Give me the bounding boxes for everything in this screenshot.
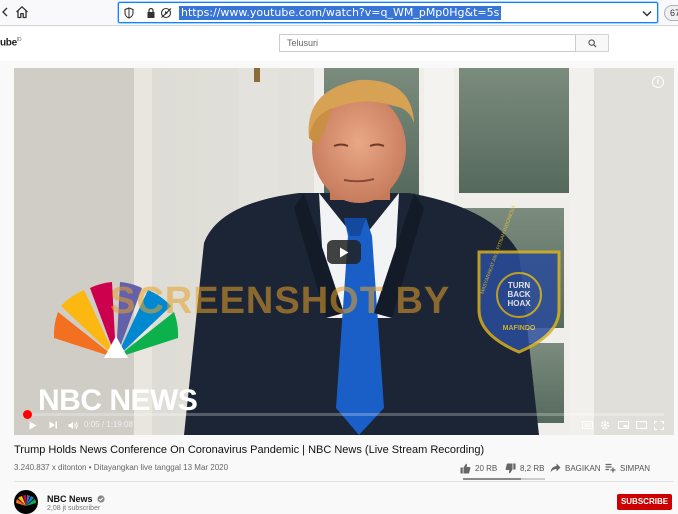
- youtube-logo[interactable]: ubeID: [0, 37, 22, 49]
- captions-icon: [581, 421, 593, 429]
- stream-date: • Ditayangkan live tanggal 13 Mar 2020: [88, 463, 229, 472]
- like-ratio-fill: [463, 478, 521, 480]
- video-title: Trump Holds News Conference On Coronavir…: [14, 444, 485, 456]
- badge-line-3: HOAX: [507, 299, 531, 308]
- tracking-shield-icon[interactable]: [123, 6, 135, 20]
- channel-name[interactable]: NBC News: [47, 494, 105, 504]
- youtube-header: ubeID Telusuri: [0, 27, 678, 61]
- volume-icon: [68, 421, 78, 429]
- badge-bottom-text: MAFINDO: [503, 325, 536, 332]
- subscribe-button[interactable]: SUBSCRIBE: [617, 494, 672, 510]
- theater-mode-icon: [635, 421, 647, 429]
- dislike-button[interactable]: 8,2 RB: [505, 461, 544, 475]
- share-button[interactable]: BAGIKAN: [550, 461, 601, 475]
- save-label: SIMPAN: [620, 463, 651, 473]
- time-display: 0:05 / 1:19:08: [84, 420, 133, 429]
- save-button[interactable]: SIMPAN: [605, 461, 650, 475]
- badge-line-1: TURN: [508, 281, 530, 290]
- play-icon: [29, 421, 37, 429]
- like-ratio-bar: [463, 478, 545, 480]
- overflow-icon[interactable]: [0, 5, 10, 19]
- miniplayer-icon: [617, 421, 629, 429]
- nbc-peacock-icon: [16, 495, 36, 506]
- dislike-count: 8,2 RB: [520, 463, 545, 473]
- channel-avatar[interactable]: [14, 490, 38, 514]
- large-play-button[interactable]: [327, 240, 361, 264]
- play-button[interactable]: [26, 418, 40, 432]
- watermark-overlay: SCREENSHOT BY: [110, 280, 451, 322]
- like-button[interactable]: 20 RB: [460, 461, 497, 475]
- chevron-down-icon[interactable]: [641, 6, 653, 20]
- search-button[interactable]: [576, 34, 609, 52]
- address-bar[interactable]: https://www.youtube.com/watch?v=q_WM_pMp…: [118, 2, 658, 23]
- logo-country: ID: [16, 37, 22, 43]
- lock-icon[interactable]: [145, 6, 157, 20]
- play-icon: [340, 247, 349, 257]
- search-icon: [587, 38, 597, 48]
- playlist-add-icon: [605, 463, 616, 473]
- search-placeholder: Telusuri: [287, 38, 319, 48]
- video-player[interactable]: MASYARAKAT ANTI FITNAH INDONESIA TURN BA…: [14, 68, 674, 435]
- channel-name-text: NBC News: [47, 494, 93, 504]
- skip-next-icon: [49, 421, 57, 429]
- fullscreen-button[interactable]: [652, 418, 666, 432]
- like-count: 20 RB: [475, 463, 498, 473]
- divider: [14, 481, 674, 482]
- thumbs-down-icon: [505, 463, 516, 473]
- browser-toolbar: https://www.youtube.com/watch?v=q_WM_pMp…: [0, 0, 678, 26]
- thumbs-up-icon: [460, 463, 471, 473]
- gear-icon: [600, 420, 610, 430]
- video-meta: 3.240.837 x ditonton • Ditayangkan live …: [14, 463, 228, 472]
- mute-button[interactable]: [66, 418, 80, 432]
- logo-text: ube: [0, 37, 17, 49]
- url-text[interactable]: https://www.youtube.com/watch?v=q_WM_pMp…: [179, 6, 502, 20]
- share-label: BAGIKAN: [565, 463, 601, 473]
- verified-icon: [97, 495, 105, 503]
- home-icon[interactable]: [14, 4, 30, 20]
- view-count: 3.240.837 x ditonton: [14, 463, 87, 472]
- autoplay-blocked-icon[interactable]: [159, 6, 173, 20]
- badge-line-2: BACK: [507, 290, 530, 299]
- fullscreen-icon: [654, 420, 664, 430]
- player-controls: 0:05 / 1:19:08: [14, 418, 674, 435]
- settings-button[interactable]: [598, 418, 612, 432]
- miniplayer-button[interactable]: [616, 418, 630, 432]
- search-input[interactable]: Telusuri: [279, 34, 576, 52]
- progress-bar[interactable]: [23, 410, 664, 419]
- info-icon[interactable]: i: [652, 76, 664, 88]
- zoom-badge[interactable]: 67: [664, 5, 678, 21]
- next-button[interactable]: [46, 418, 60, 432]
- share-icon: [550, 463, 561, 473]
- theater-button[interactable]: [634, 418, 648, 432]
- subtitles-button[interactable]: [580, 418, 594, 432]
